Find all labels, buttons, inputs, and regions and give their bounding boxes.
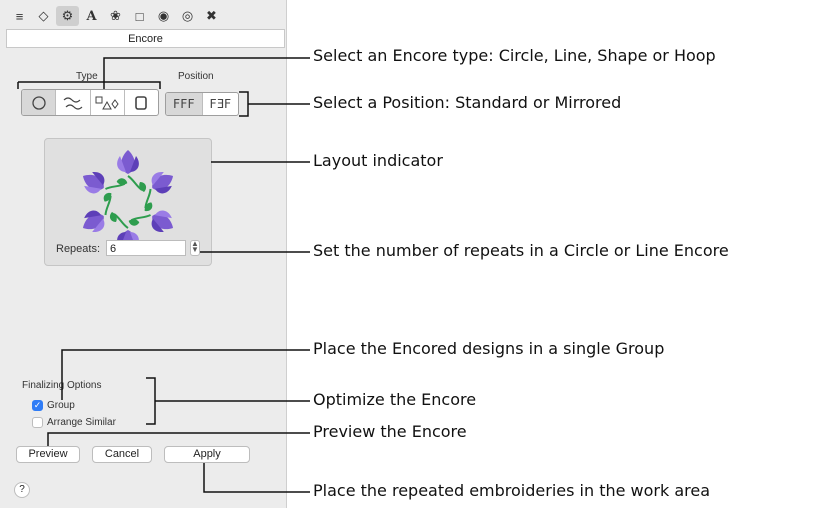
apply-callout-line [203, 463, 310, 493]
callout-layout: Layout indicator [313, 151, 443, 170]
callout-group: Place the Encored designs in a single Gr… [313, 339, 665, 358]
type-bracket-top [18, 81, 161, 89]
preview-callout-line [47, 432, 310, 446]
callout-position: Select a Position: Standard or Mirrored [313, 93, 622, 112]
position-bracket [239, 91, 249, 117]
type-callout-line [103, 57, 310, 89]
callout-repeats: Set the number of repeats in a Circle or… [313, 241, 729, 260]
callout-optimize: Optimize the Encore [313, 390, 477, 409]
group-callout-line [61, 349, 310, 400]
callout-type: Select an Encore type: Circle, Line, Sha… [313, 46, 716, 65]
callout-preview: Preview the Encore [313, 422, 467, 441]
optimize-bracket [146, 377, 156, 425]
callout-apply: Place the repeated embroideries in the w… [313, 481, 711, 500]
